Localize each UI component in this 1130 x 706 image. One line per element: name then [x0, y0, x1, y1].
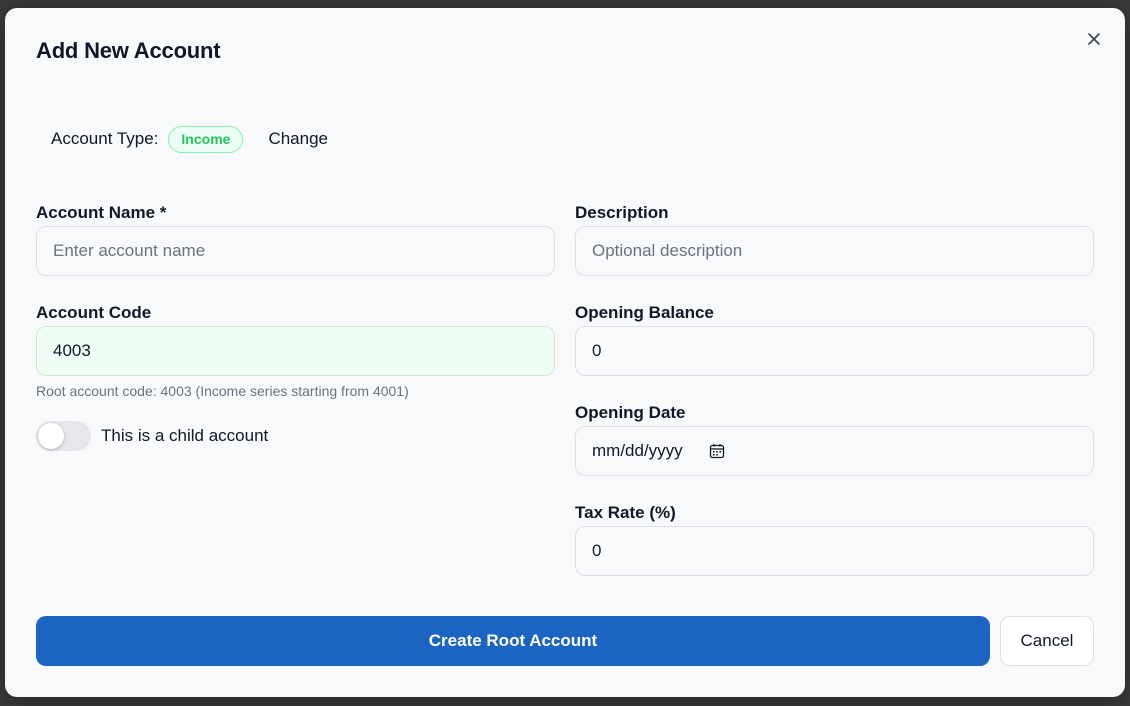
- account-code-hint: Root account code: 4003 (Income series s…: [36, 383, 409, 399]
- dialog-title: Add New Account: [36, 38, 221, 63]
- child-account-toggle[interactable]: [36, 421, 91, 451]
- account-type-badge: Income: [168, 125, 244, 153]
- account-type-label: Account Type:: [51, 129, 159, 148]
- close-button[interactable]: [1083, 28, 1105, 50]
- opening-date-label: Opening Date: [575, 403, 686, 422]
- tax-rate-label: Tax Rate (%): [575, 503, 676, 522]
- description-label: Description: [575, 203, 669, 222]
- opening-balance-input[interactable]: 0: [575, 326, 1094, 376]
- account-code-input[interactable]: 4003: [36, 326, 555, 376]
- add-account-dialog: Add New Account Account Type: Income Cha…: [5, 8, 1125, 697]
- child-account-toggle-row: This is a child account: [36, 421, 268, 451]
- account-code-label: Account Code: [36, 303, 152, 322]
- calendar-icon[interactable]: [709, 443, 725, 459]
- opening-date-input[interactable]: mm/dd/yyyy: [575, 426, 1094, 476]
- cancel-button[interactable]: Cancel: [1000, 616, 1094, 666]
- toggle-knob: [38, 423, 64, 449]
- tax-rate-input[interactable]: 0: [575, 526, 1094, 576]
- account-name-input[interactable]: Enter account name: [36, 226, 555, 276]
- create-root-account-button[interactable]: Create Root Account: [36, 616, 990, 666]
- description-input[interactable]: Optional description: [575, 226, 1094, 276]
- change-type-button[interactable]: Change: [268, 129, 328, 149]
- account-name-label: Account Name *: [36, 203, 167, 222]
- account-type-row: Account Type: Income Change: [51, 125, 328, 153]
- opening-balance-label: Opening Balance: [575, 303, 714, 322]
- child-account-label: This is a child account: [101, 426, 269, 445]
- opening-date-placeholder: mm/dd/yyyy: [592, 441, 683, 460]
- close-icon: [1088, 33, 1100, 45]
